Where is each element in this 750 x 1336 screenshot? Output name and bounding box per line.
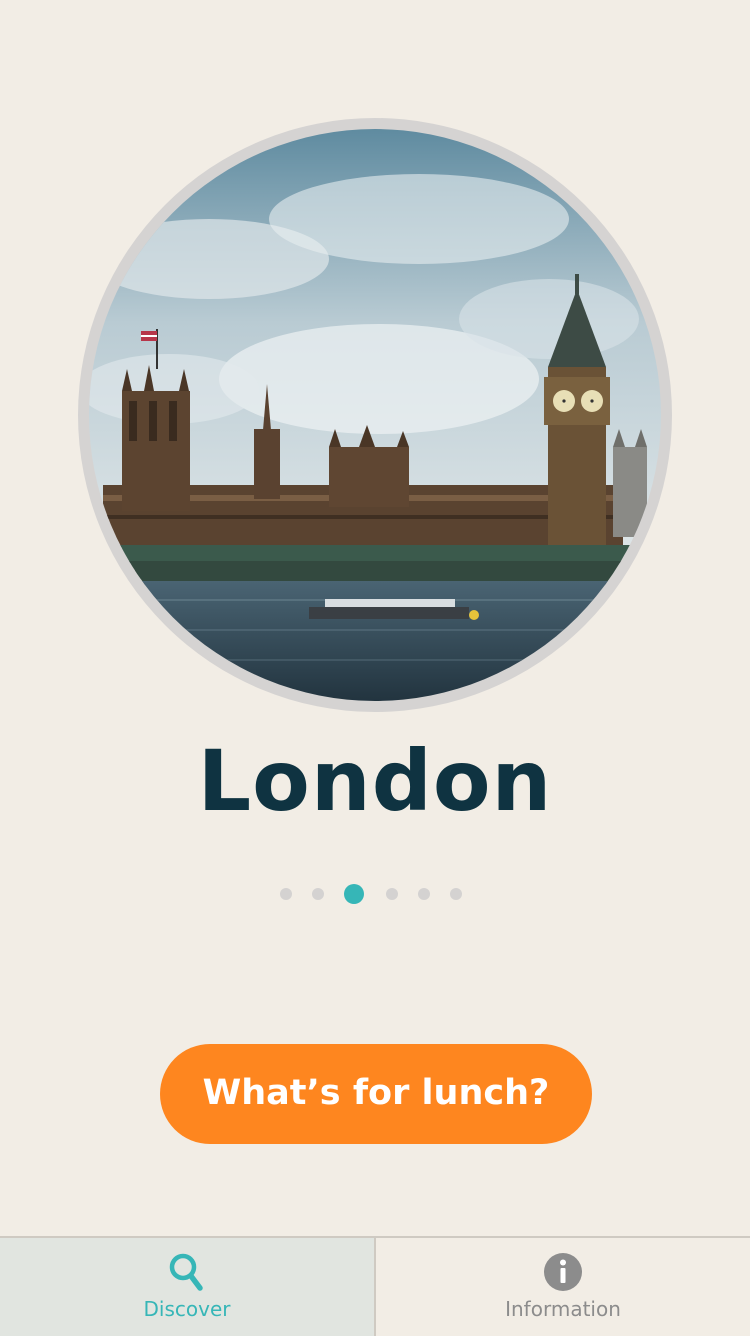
page-dot[interactable]	[450, 888, 462, 900]
page-dot[interactable]	[312, 888, 324, 900]
page-dot[interactable]	[280, 888, 292, 900]
city-photo-illustration	[89, 129, 661, 701]
page-dot-active[interactable]	[344, 884, 364, 904]
page-dot[interactable]	[418, 888, 430, 900]
tab-label-discover: Discover	[143, 1297, 231, 1321]
page-dot[interactable]	[386, 888, 398, 900]
search-icon	[169, 1253, 203, 1291]
info-icon	[544, 1253, 582, 1291]
page-indicator[interactable]	[0, 880, 750, 908]
city-title: London	[197, 732, 553, 830]
city-photo-frame	[78, 118, 672, 712]
tab-information[interactable]: Information	[374, 1238, 750, 1336]
tab-discover[interactable]: Discover	[0, 1238, 374, 1336]
tab-bar: Discover Information	[0, 1236, 750, 1336]
city-photo	[89, 129, 661, 701]
tab-label-information: Information	[505, 1297, 621, 1321]
whats-for-lunch-button[interactable]: What’s for lunch?	[160, 1044, 592, 1144]
